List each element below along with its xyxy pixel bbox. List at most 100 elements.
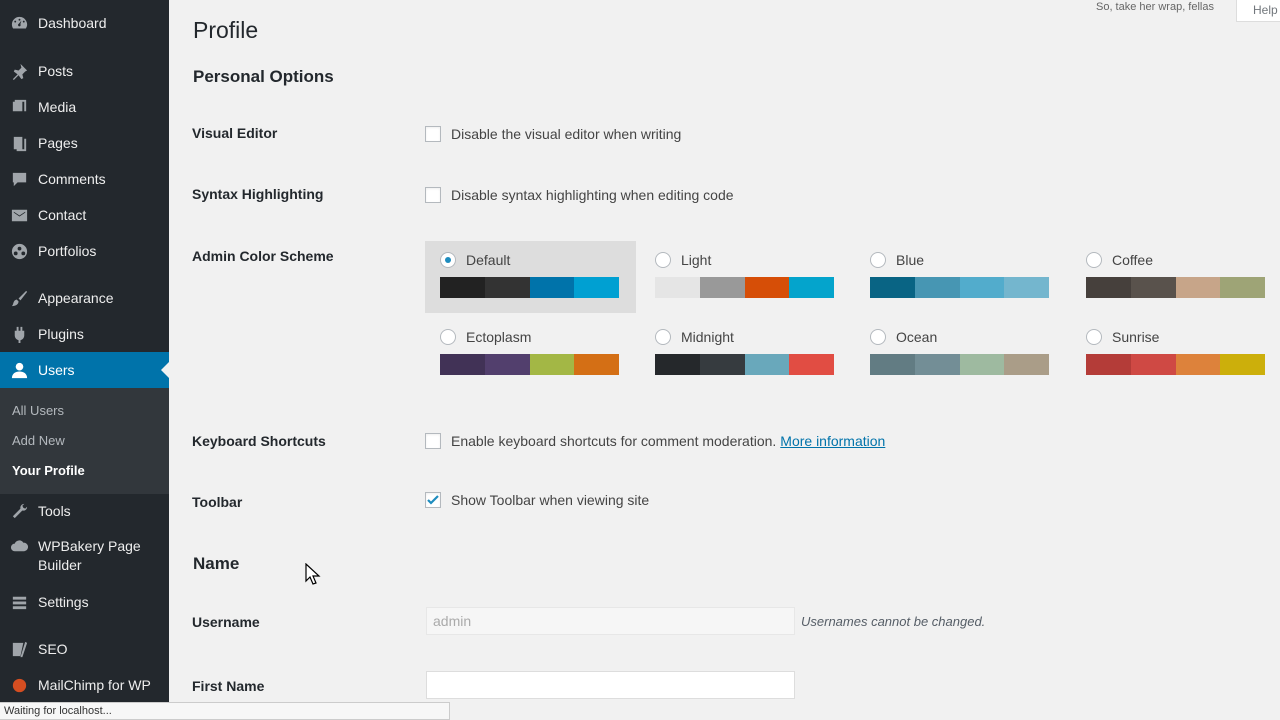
color-swatch: [1220, 277, 1265, 298]
first-name-input[interactable]: [426, 671, 795, 699]
color-scheme-ocean[interactable]: Ocean: [855, 318, 1066, 390]
personal-options-heading: Personal Options: [193, 67, 334, 86]
username-input[interactable]: admin: [426, 607, 795, 635]
color-scheme-radio[interactable]: [655, 329, 671, 345]
color-swatch: [699, 354, 745, 375]
color-scheme-radio[interactable]: [1086, 329, 1102, 345]
sidebar-item-label: Pages: [38, 135, 78, 151]
keyboard-shortcuts-checkbox[interactable]: [425, 433, 441, 449]
sidebar-item-label: Contact: [38, 207, 87, 223]
page-title: Profile: [193, 17, 259, 43]
sidebar-item-tools[interactable]: Tools: [0, 493, 169, 529]
sidebar-item-media[interactable]: Media: [0, 89, 169, 125]
comments-icon: [0, 170, 38, 189]
color-swatch: [870, 277, 915, 298]
pages-icon: [0, 134, 38, 153]
sidebar-item-label: Media: [38, 99, 77, 115]
color-scheme-name: Ocean: [896, 329, 938, 345]
settings-icon: [0, 593, 38, 612]
keyboard-shortcuts-label: Keyboard Shortcuts: [192, 433, 326, 449]
color-swatch: [484, 354, 530, 375]
color-swatch: [529, 354, 575, 375]
sidebar-item-settings[interactable]: Settings: [0, 584, 169, 620]
color-scheme-option: Ocean: [870, 329, 937, 345]
color-scheme-swatches: [440, 354, 619, 375]
keyboard-shortcuts-option: Enable keyboard shortcuts for comment mo…: [425, 433, 885, 449]
color-scheme-sunrise[interactable]: Sunrise: [1071, 318, 1280, 390]
color-scheme-radio[interactable]: [655, 252, 671, 268]
color-scheme-radio[interactable]: [870, 329, 886, 345]
sidebar-item-plugins[interactable]: Plugins: [0, 316, 169, 352]
sidebar-item-label: Appearance: [38, 290, 114, 306]
username-description: Usernames cannot be changed.: [801, 614, 986, 629]
color-swatch: [1004, 354, 1049, 375]
color-scheme-option: Light: [655, 252, 711, 268]
more-information-link[interactable]: More information: [780, 433, 885, 449]
sidebar-item-portfolios[interactable]: Portfolios: [0, 233, 169, 269]
color-scheme-option: Midnight: [655, 329, 734, 345]
sidebar-item-contact[interactable]: Contact: [0, 197, 169, 233]
color-scheme-radio[interactable]: [1086, 252, 1102, 268]
color-scheme-default[interactable]: Default: [425, 241, 636, 313]
color-swatch: [1130, 277, 1176, 298]
sidebar-item-dashboard[interactable]: Dashboard: [0, 5, 169, 41]
sidebar-item-wpbakery[interactable]: WPBakery Page Builder: [0, 537, 169, 577]
sidebar-item-appearance[interactable]: Appearance: [0, 280, 169, 316]
seo-icon: [0, 640, 38, 659]
color-swatch: [744, 277, 790, 298]
color-scheme-light[interactable]: Light: [640, 241, 851, 313]
color-swatch: [1175, 277, 1221, 298]
current-menu-arrow: [161, 362, 169, 378]
color-swatch: [529, 277, 575, 298]
color-scheme-name: Coffee: [1112, 252, 1153, 268]
sidebar-item-posts[interactable]: Posts: [0, 53, 169, 89]
sidebar-item-seo[interactable]: SEO: [0, 631, 169, 667]
sidebar-item-pages[interactable]: Pages: [0, 125, 169, 161]
color-scheme-midnight[interactable]: Midnight: [640, 318, 851, 390]
color-swatch: [914, 277, 960, 298]
visual-editor-checkbox[interactable]: [425, 126, 441, 142]
submenu-add-new[interactable]: Add New: [12, 433, 65, 448]
color-scheme-radio[interactable]: [870, 252, 886, 268]
sidebar-item-comments[interactable]: Comments: [0, 161, 169, 197]
sidebar-item-label: Tools: [38, 503, 71, 519]
color-swatch: [1086, 277, 1131, 298]
radio-selected-dot: [445, 257, 451, 263]
sidebar-item-users[interactable]: Users: [0, 352, 169, 388]
brush-icon: [0, 289, 38, 308]
submenu-your-profile[interactable]: Your Profile: [12, 463, 85, 478]
color-scheme-radio[interactable]: [440, 252, 456, 268]
admin-color-scheme-label: Admin Color Scheme: [192, 248, 334, 264]
users-submenu: All Users Add New Your Profile: [0, 388, 169, 494]
color-swatch: [440, 277, 485, 298]
color-scheme-name: Ectoplasm: [466, 329, 532, 345]
help-tab[interactable]: Help: [1236, 0, 1280, 22]
wrench-icon: [0, 502, 38, 521]
syntax-highlighting-checkbox[interactable]: [425, 187, 441, 203]
color-scheme-name: Default: [466, 252, 511, 268]
submenu-all-users[interactable]: All Users: [12, 403, 64, 418]
color-swatch: [699, 277, 745, 298]
color-scheme-blue[interactable]: Blue: [855, 241, 1066, 313]
color-swatch: [959, 354, 1005, 375]
color-scheme-coffee[interactable]: Coffee: [1071, 241, 1280, 313]
mouse-cursor-icon: [305, 563, 321, 585]
color-swatch: [574, 277, 619, 298]
sidebar-item-label: Comments: [38, 171, 106, 187]
color-swatch: [959, 277, 1005, 298]
color-scheme-swatches: [440, 277, 619, 298]
color-scheme-ectoplasm[interactable]: Ectoplasm: [425, 318, 636, 390]
sidebar-item-label: MailChimp for WP: [38, 677, 151, 693]
sidebar-item-label: Portfolios: [38, 243, 97, 259]
user-icon: [0, 361, 38, 380]
media-icon: [0, 98, 38, 117]
pin-icon: [0, 62, 38, 81]
color-swatch: [1175, 354, 1221, 375]
color-swatch: [574, 354, 619, 375]
toolbar-checkbox[interactable]: [425, 492, 441, 508]
color-scheme-radio[interactable]: [440, 329, 456, 345]
sidebar-item-mailchimp[interactable]: MailChimp for WP: [0, 667, 169, 703]
dashboard-icon: [0, 14, 38, 33]
syntax-highlighting-label: Syntax Highlighting: [192, 186, 324, 202]
visual-editor-label: Visual Editor: [192, 125, 278, 141]
